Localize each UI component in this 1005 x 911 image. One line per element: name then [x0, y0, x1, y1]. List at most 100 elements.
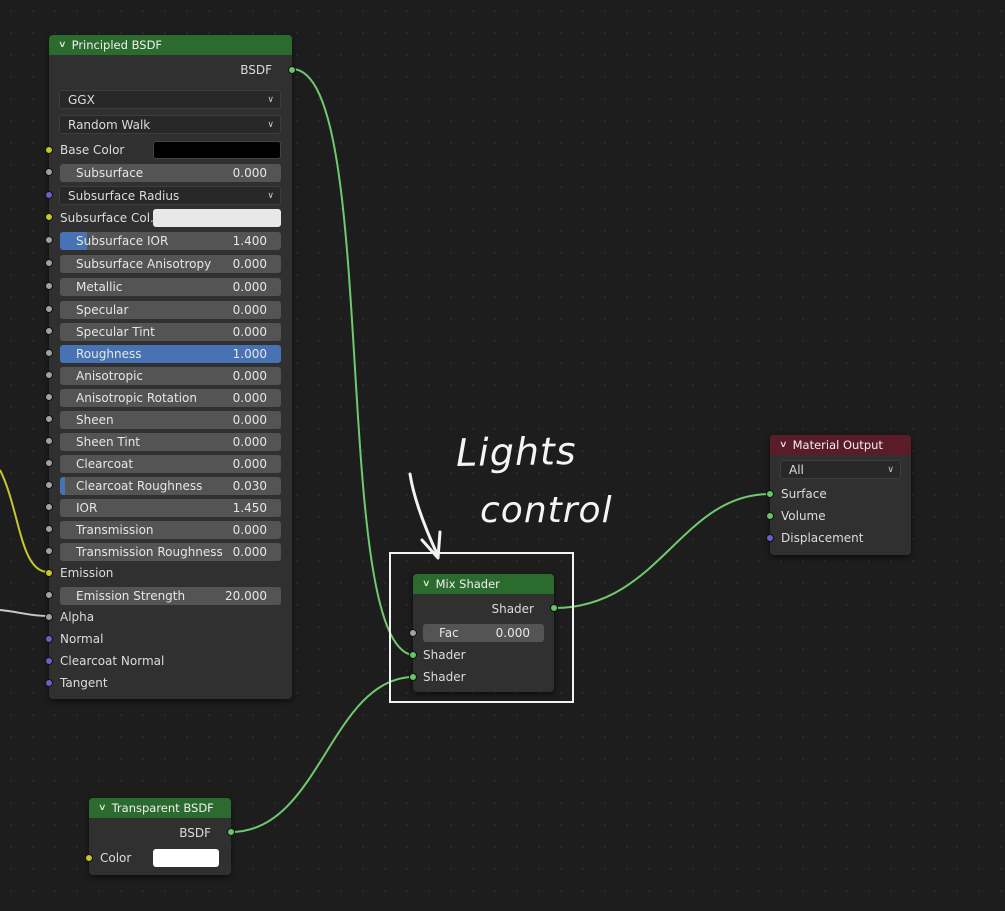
field-label: Clearcoat [76, 457, 134, 471]
sheen-tint-field[interactable]: Sheen Tint 0.000 [60, 433, 281, 451]
mix-shader-header[interactable]: ∨ Mix Shader [413, 574, 554, 594]
subsurface-anisotropy-socket[interactable] [45, 259, 53, 267]
anisotropic-socket[interactable] [45, 371, 53, 379]
field-label: Transmission [76, 523, 154, 537]
field-label: Subsurface [76, 166, 144, 180]
roughness-field[interactable]: Roughness 1.000 [60, 345, 281, 363]
subsurface-color-socket[interactable] [45, 213, 53, 221]
field-label: Specular [76, 303, 129, 317]
field-label: Clearcoat Roughness [76, 479, 203, 493]
anisotropic-field[interactable]: Anisotropic 0.000 [60, 367, 281, 385]
node-title: Transparent BSDF [111, 801, 214, 815]
chevron-down-icon[interactable]: ∨ [98, 803, 107, 813]
subsurface-method-select[interactable]: Random Walk ∨ [59, 115, 281, 134]
ior-field[interactable]: IOR 1.450 [60, 499, 281, 517]
bsdf-output-label: BSDF [179, 826, 211, 840]
chevron-down-icon[interactable]: ∨ [779, 440, 788, 450]
fac-socket[interactable] [409, 629, 417, 637]
subsurface-ior-socket[interactable] [45, 236, 53, 244]
output-target-select[interactable]: All ∨ [780, 460, 901, 479]
volume-label: Volume [781, 509, 826, 523]
shader-output-socket[interactable] [550, 604, 558, 612]
node-title: Material Output [792, 438, 883, 452]
field-value: 0.000 [495, 626, 530, 640]
material-output-node[interactable]: ∨ Material Output All ∨ Surface Volume D… [766, 435, 911, 555]
chevron-down-icon[interactable]: ∨ [58, 40, 67, 50]
specular-tint-field[interactable]: Specular Tint 0.000 [60, 323, 281, 341]
clearcoat-normal-socket[interactable] [45, 657, 53, 665]
alpha-socket[interactable] [45, 613, 53, 621]
chevron-down-icon: ∨ [887, 464, 894, 475]
displacement-socket[interactable] [766, 534, 774, 542]
bsdf-output-socket[interactable] [288, 66, 296, 74]
field-value: 0.000 [232, 523, 267, 537]
clearcoat-roughness-socket[interactable] [45, 481, 53, 489]
material-output-header[interactable]: ∨ Material Output [770, 435, 911, 455]
distribution-select[interactable]: GGX ∨ [59, 90, 281, 109]
metallic-socket[interactable] [45, 282, 53, 290]
field-value: 20.000 [225, 589, 267, 603]
transmission-field[interactable]: Transmission 0.000 [60, 521, 281, 539]
emission-strength-field[interactable]: Emission Strength 20.000 [60, 587, 281, 605]
metallic-field[interactable]: Metallic 0.000 [60, 278, 281, 296]
clearcoat-roughness-field[interactable]: Clearcoat Roughness 0.030 [60, 477, 281, 495]
field-value: 0.000 [232, 457, 267, 471]
specular-field[interactable]: Specular 0.000 [60, 301, 281, 319]
transmission-socket[interactable] [45, 525, 53, 533]
sheen-socket[interactable] [45, 415, 53, 423]
base-color-socket[interactable] [45, 146, 53, 154]
normal-label: Normal [60, 632, 104, 646]
field-label: IOR [76, 501, 98, 515]
clearcoat-field[interactable]: Clearcoat 0.000 [60, 455, 281, 473]
specular-socket[interactable] [45, 305, 53, 313]
sheen-tint-socket[interactable] [45, 437, 53, 445]
annotation-arrow [408, 472, 442, 560]
field-label: Metallic [76, 280, 123, 294]
shader-input-2-label: Shader [423, 670, 466, 684]
subsurface-field[interactable]: Subsurface 0.000 [60, 164, 281, 182]
field-label: Sheen [76, 413, 114, 427]
color-swatch[interactable] [153, 849, 219, 867]
color-socket[interactable] [85, 854, 93, 862]
bsdf-output-socket[interactable] [227, 828, 235, 836]
clearcoat-socket[interactable] [45, 459, 53, 467]
fac-field[interactable]: Fac 0.000 [423, 624, 544, 642]
field-value: 0.000 [232, 413, 267, 427]
tangent-socket[interactable] [45, 679, 53, 687]
transparent-bsdf-node[interactable]: ∨ Transparent BSDF BSDF Color [85, 798, 235, 875]
subsurface-color-swatch[interactable] [153, 209, 281, 227]
shader-input-2-socket[interactable] [409, 673, 417, 681]
subsurface-socket[interactable] [45, 168, 53, 176]
anisotropic-rotation-socket[interactable] [45, 393, 53, 401]
mix-shader-node[interactable]: ∨ Mix Shader Shader Fac 0.000 Shader Sha… [409, 574, 558, 692]
field-value: 0.000 [232, 166, 267, 180]
normal-socket[interactable] [45, 635, 53, 643]
transparent-bsdf-header[interactable]: ∨ Transparent BSDF [89, 798, 231, 818]
chevron-down-icon: ∨ [267, 190, 274, 201]
sheen-field[interactable]: Sheen 0.000 [60, 411, 281, 429]
node-title: Mix Shader [435, 577, 500, 591]
field-label: Specular Tint [76, 325, 155, 339]
emission-socket[interactable] [45, 569, 53, 577]
volume-socket[interactable] [766, 512, 774, 520]
transmission-roughness-field[interactable]: Transmission Roughness 0.000 [60, 543, 281, 561]
base-color-swatch[interactable] [153, 141, 281, 159]
principled-bsdf-node[interactable]: ∨ Principled BSDF BSDF GGX ∨ Random Walk… [45, 35, 296, 699]
subsurface-anisotropy-field[interactable]: Subsurface Anisotropy 0.000 [60, 255, 281, 273]
principled-bsdf-header[interactable]: ∨ Principled BSDF [49, 35, 292, 55]
subsurface-ior-field[interactable]: Subsurface IOR 1.400 [60, 232, 281, 250]
field-label: Subsurface Anisotropy [76, 257, 212, 271]
ior-socket[interactable] [45, 503, 53, 511]
shader-input-1-socket[interactable] [409, 651, 417, 659]
annotation-text-line2: control [480, 490, 613, 531]
surface-socket[interactable] [766, 490, 774, 498]
anisotropic-rotation-field[interactable]: Anisotropic Rotation 0.000 [60, 389, 281, 407]
specular-tint-socket[interactable] [45, 327, 53, 335]
transmission-roughness-socket[interactable] [45, 547, 53, 555]
subsurface-radius-socket[interactable] [45, 191, 53, 199]
roughness-socket[interactable] [45, 349, 53, 357]
emission-strength-socket[interactable] [45, 591, 53, 599]
field-value: 0.000 [232, 391, 267, 405]
subsurface-radius-select[interactable]: Subsurface Radius ∨ [59, 186, 281, 205]
chevron-down-icon[interactable]: ∨ [422, 579, 431, 589]
